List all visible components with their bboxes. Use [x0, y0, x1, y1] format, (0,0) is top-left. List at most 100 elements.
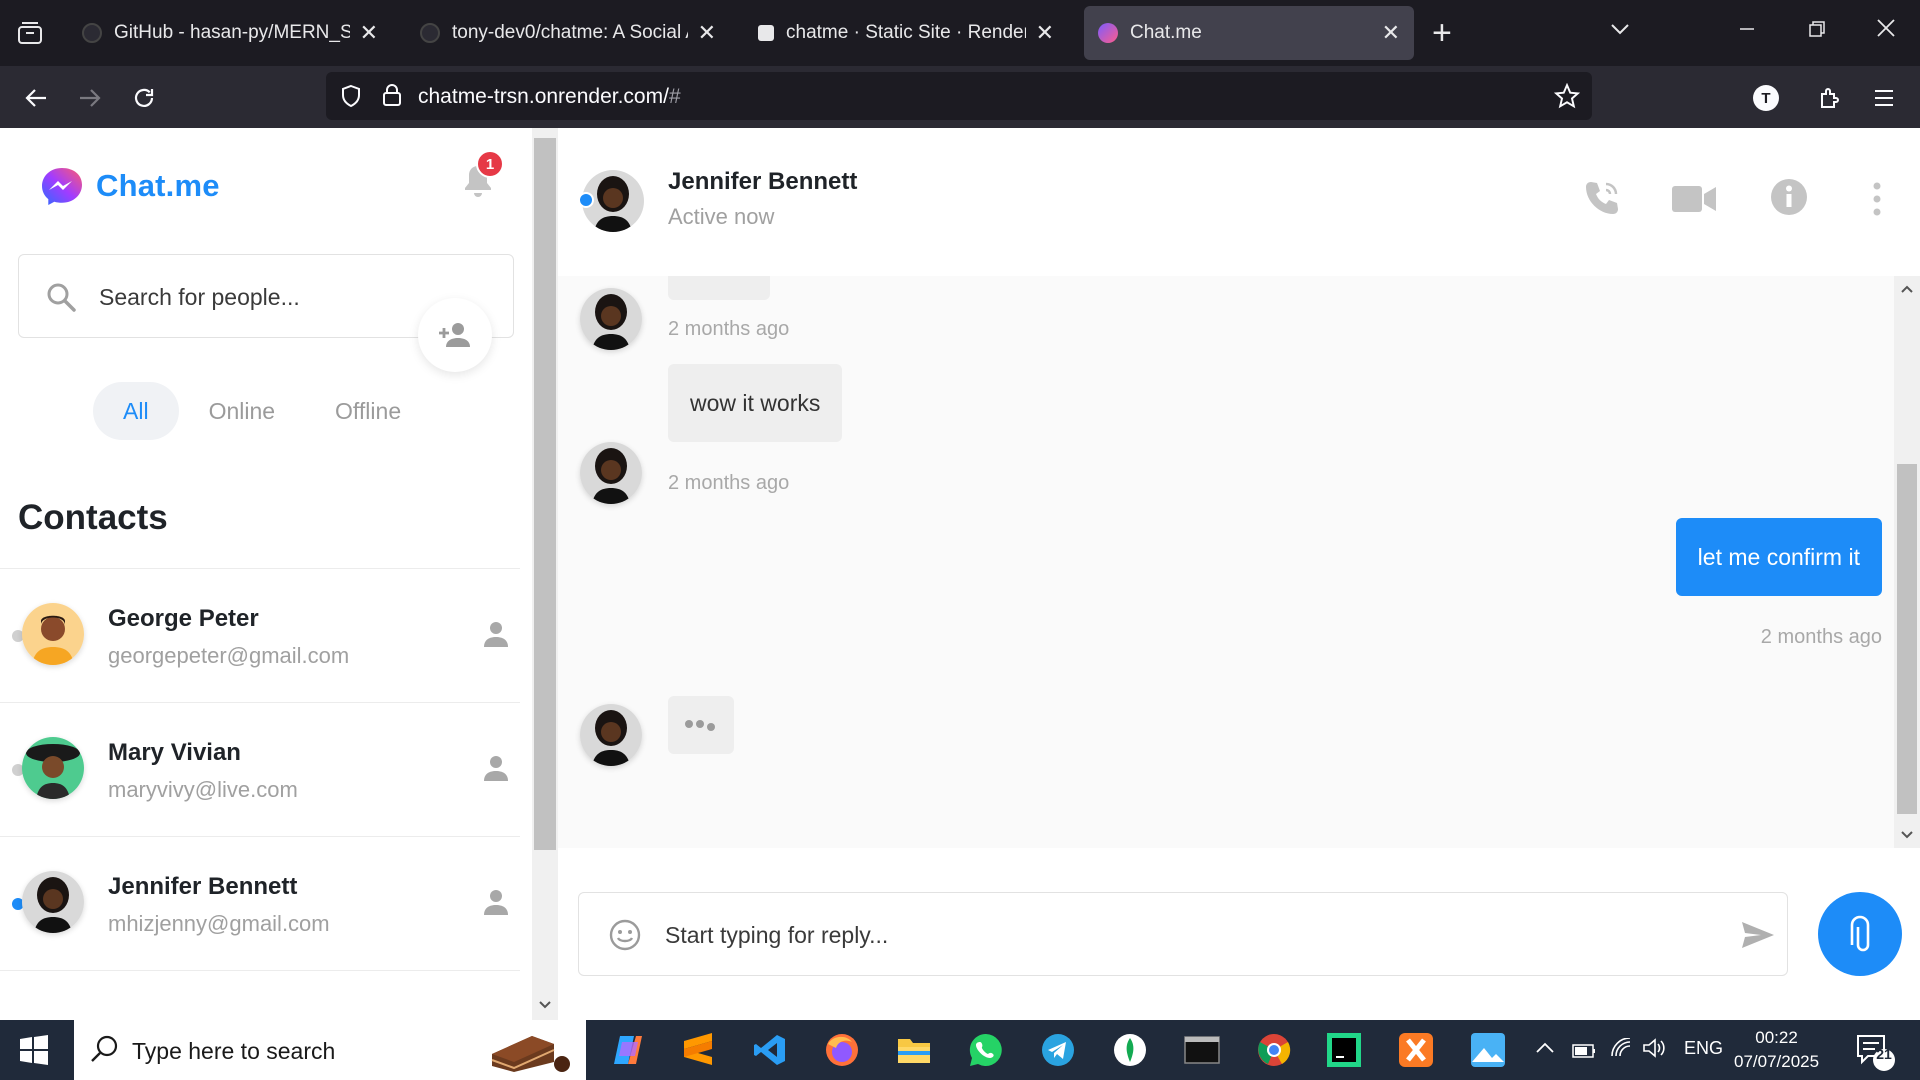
- windows-start-icon[interactable]: [18, 1034, 50, 1071]
- xampp-icon[interactable]: [1394, 1028, 1438, 1072]
- sublime-text-icon[interactable]: [676, 1028, 720, 1072]
- browser-tab-bar: GitHub - hasan-py/MERN_Stack ✕ tony-dev0…: [0, 0, 1920, 66]
- minimize-icon[interactable]: [1738, 18, 1756, 44]
- filter-offline[interactable]: Offline: [305, 382, 431, 440]
- add-contact-button[interactable]: [418, 298, 492, 372]
- send-icon[interactable]: [1741, 921, 1775, 954]
- profile-avatar[interactable]: T: [1750, 82, 1782, 114]
- scrollbar-thumb[interactable]: [534, 138, 556, 850]
- chrome-icon[interactable]: [1252, 1028, 1296, 1072]
- page: Chat.me 1 All Online Offline Contacts: [0, 128, 1920, 1020]
- contact-name: Mary Vivian: [108, 739, 241, 766]
- wifi-icon[interactable]: [1610, 1037, 1632, 1063]
- pycharm-icon[interactable]: [1322, 1028, 1366, 1072]
- voice-call-icon[interactable]: [1582, 178, 1622, 223]
- avatar: [22, 871, 84, 933]
- url-text[interactable]: chatme-trsn.onrender.com/#: [418, 85, 681, 109]
- scroll-up-arrow-icon[interactable]: [1901, 284, 1913, 294]
- online-status-dot: [578, 192, 594, 208]
- message-bubble-incoming[interactable]: [668, 276, 770, 300]
- message-time: 2 months ago: [668, 318, 790, 340]
- video-call-icon[interactable]: [1672, 184, 1716, 219]
- app-name: Chat.me: [96, 168, 220, 203]
- emoji-icon[interactable]: [609, 919, 641, 956]
- tab-chatme[interactable]: Chat.me ✕: [1084, 6, 1414, 60]
- tab-render[interactable]: chatme · Static Site · Render ✕: [744, 6, 1068, 60]
- url-bar[interactable]: chatme-trsn.onrender.com/#: [326, 72, 1592, 120]
- os-taskbar: Type here to search ENG 00:22 07/07/2025…: [0, 1020, 1920, 1080]
- search-icon: [45, 281, 77, 318]
- message-bubble-incoming[interactable]: wow it works: [668, 364, 843, 442]
- close-tab-icon[interactable]: ✕: [1382, 20, 1400, 46]
- chat-scrollbar[interactable]: [1894, 276, 1920, 848]
- app-logo[interactable]: Chat.me: [40, 166, 220, 206]
- sidebar: Chat.me 1 All Online Offline Contacts: [0, 128, 532, 1020]
- avatar: [580, 288, 642, 350]
- menu-icon[interactable]: [1868, 82, 1900, 114]
- search-icon: [90, 1034, 120, 1069]
- tab-github-mern[interactable]: GitHub - hasan-py/MERN_Stack ✕: [68, 6, 392, 60]
- message-time: 2 months ago: [668, 472, 790, 494]
- close-tab-icon[interactable]: ✕: [360, 20, 378, 46]
- messenger-icon: [1098, 23, 1118, 43]
- message-list: 2 months ago wow it works 2 months ago l…: [558, 276, 1894, 848]
- filter-all[interactable]: All: [93, 382, 179, 440]
- person-icon[interactable]: [484, 889, 508, 920]
- shield-icon[interactable]: [340, 84, 362, 113]
- tab-overview-icon[interactable]: [14, 19, 46, 47]
- reload-icon[interactable]: [128, 82, 160, 114]
- copilot-icon[interactable]: [606, 1028, 650, 1072]
- back-icon[interactable]: [20, 82, 52, 114]
- message-bubble-outgoing[interactable]: let me confirm it: [1675, 518, 1882, 596]
- whatsapp-icon[interactable]: [964, 1028, 1008, 1072]
- volume-icon[interactable]: [1642, 1038, 1666, 1063]
- mongodb-compass-icon[interactable]: [1108, 1028, 1152, 1072]
- firefox-icon[interactable]: [807, 1020, 877, 1080]
- chat-contact-name: Jennifer Bennett: [668, 168, 858, 195]
- vscode-icon[interactable]: [748, 1028, 792, 1072]
- extensions-icon[interactable]: [1814, 82, 1846, 114]
- chat-header: Jennifer Bennett Active now: [558, 128, 1920, 276]
- close-window-icon[interactable]: [1876, 18, 1896, 44]
- scroll-down-arrow-icon[interactable]: [539, 1000, 551, 1010]
- system-clock[interactable]: 00:22 07/07/2025: [1734, 1026, 1819, 1074]
- profile-initial: T: [1753, 85, 1779, 111]
- contact-name: George Peter: [108, 605, 259, 632]
- sidebar-scrollbar[interactable]: [532, 128, 558, 1020]
- person-icon[interactable]: [484, 755, 508, 786]
- contact-item[interactable]: Mary Vivian maryvivy@live.com: [0, 702, 520, 836]
- file-explorer-icon[interactable]: [892, 1028, 936, 1072]
- telegram-icon[interactable]: [1036, 1028, 1080, 1072]
- message-input[interactable]: [665, 915, 1665, 955]
- close-tab-icon[interactable]: ✕: [698, 20, 716, 46]
- close-tab-icon[interactable]: ✕: [1036, 20, 1054, 46]
- scroll-down-arrow-icon[interactable]: [1901, 830, 1913, 840]
- battery-icon[interactable]: [1572, 1042, 1596, 1063]
- tab-github-chatme[interactable]: tony-dev0/chatme: A Social App ✕: [406, 6, 730, 60]
- tray-overflow-chevron-icon[interactable]: [1536, 1038, 1554, 1059]
- forward-icon[interactable]: [74, 82, 106, 114]
- notification-center-icon[interactable]: 21: [1854, 1032, 1898, 1077]
- attach-file-button[interactable]: [1818, 892, 1902, 976]
- more-options-icon[interactable]: [1872, 182, 1882, 221]
- search-input[interactable]: [99, 277, 419, 317]
- taskbar-search[interactable]: Type here to search: [74, 1020, 586, 1080]
- new-tab-button[interactable]: +: [1432, 16, 1452, 50]
- contact-item-partial: [0, 970, 520, 1020]
- contact-item[interactable]: George Peter georgepeter@gmail.com: [0, 568, 520, 702]
- restore-icon[interactable]: [1808, 18, 1826, 44]
- person-icon[interactable]: [484, 621, 508, 652]
- filter-online[interactable]: Online: [179, 382, 305, 440]
- tab-list-chevron-icon[interactable]: [1610, 22, 1630, 41]
- contact-item[interactable]: Jennifer Bennett mhizjenny@gmail.com: [0, 836, 520, 970]
- add-person-icon: [439, 323, 470, 347]
- language-indicator[interactable]: ENG: [1684, 1038, 1723, 1059]
- notification-count: 21: [1876, 1046, 1892, 1062]
- lock-icon[interactable]: [382, 83, 402, 112]
- scrollbar-thumb[interactable]: [1897, 464, 1917, 814]
- contacts-heading: Contacts: [18, 498, 168, 537]
- bookmark-star-icon[interactable]: [1553, 82, 1581, 114]
- photos-icon[interactable]: [1466, 1028, 1510, 1072]
- terminal-icon[interactable]: [1180, 1028, 1224, 1072]
- info-icon[interactable]: [1770, 178, 1808, 221]
